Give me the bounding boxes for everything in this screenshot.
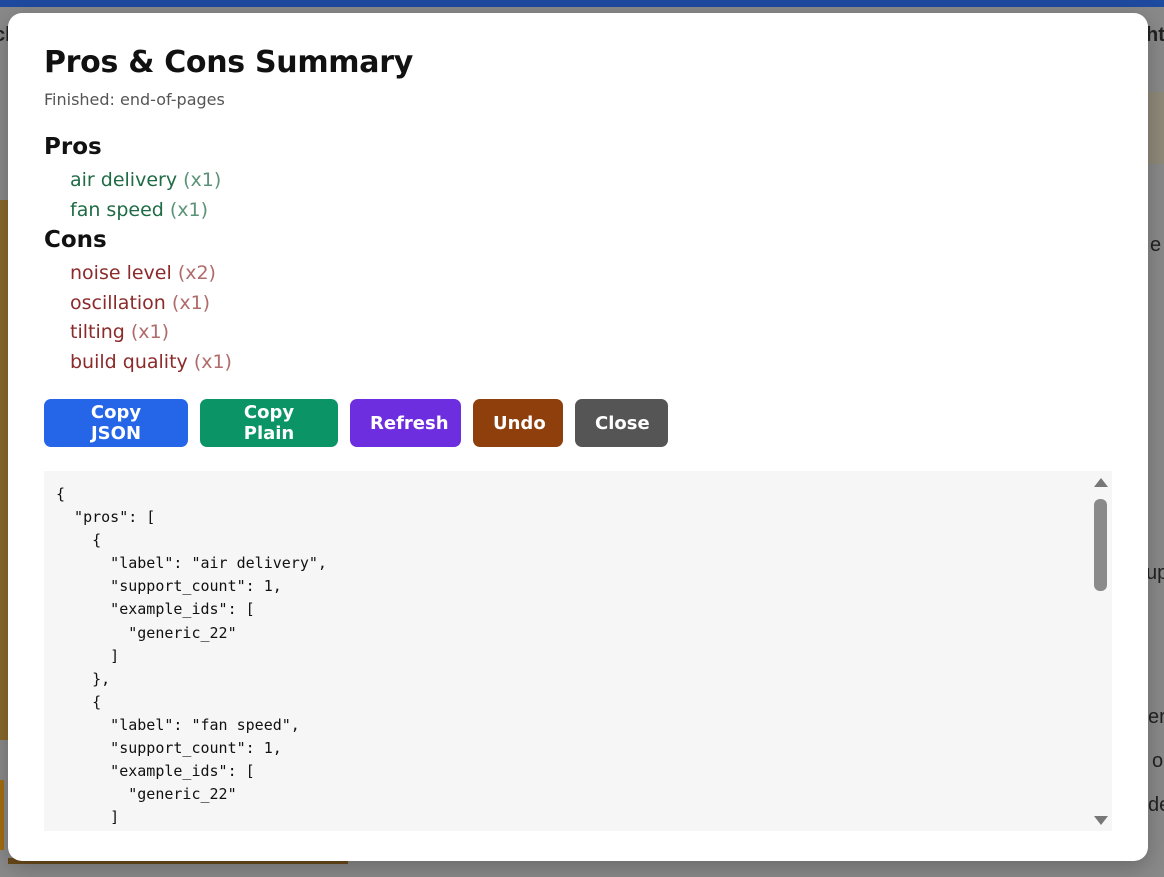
pros-list: air delivery (x1) fan speed (x1)	[70, 166, 221, 225]
modal-subtitle: Finished: end-of-pages	[44, 90, 225, 109]
background-text-fragment: o	[1152, 750, 1164, 772]
con-item-count: (x2)	[177, 262, 216, 284]
action-buttons: Copy JSON Copy Plain Refresh Undo Close	[44, 399, 668, 447]
con-item: oscillation (x1)	[70, 289, 232, 319]
background-text-fragment: er	[1148, 706, 1164, 728]
undo-button[interactable]: Undo	[473, 399, 563, 447]
scrollbar-thumb[interactable]	[1094, 499, 1107, 591]
con-item-label: noise level	[70, 262, 172, 284]
background-text-fragment: up	[1146, 562, 1164, 584]
con-item: noise level (x2)	[70, 259, 232, 289]
background-panel	[1148, 92, 1164, 164]
pro-item-count: (x1)	[183, 169, 222, 191]
pro-item-count: (x1)	[169, 198, 209, 221]
pro-item: air delivery (x1)	[70, 166, 221, 196]
background-top-bar	[0, 0, 1164, 7]
con-item-count: (x1)	[171, 291, 211, 314]
pro-item: fan speed (x1)	[70, 196, 221, 226]
background-text-fragment: e	[1150, 234, 1162, 256]
background-text-fragment: de	[1148, 794, 1164, 816]
con-item: tilting (x1)	[70, 318, 232, 348]
scroll-up-arrow-icon[interactable]	[1094, 478, 1108, 487]
con-item-label: oscillation	[70, 291, 166, 314]
json-preview-text: { "pros": [ { "label": "air delivery", "…	[56, 485, 327, 827]
background-text-fragment: ht	[1146, 24, 1164, 46]
pros-heading: Pros	[44, 134, 102, 160]
json-preview-scrollbar[interactable]	[1090, 471, 1112, 831]
refresh-button[interactable]: Refresh	[350, 399, 461, 447]
copy-json-button[interactable]: Copy JSON	[44, 399, 188, 447]
con-item: build quality (x1)	[70, 348, 232, 378]
con-item-count: (x1)	[193, 350, 232, 373]
con-item-label: build quality	[70, 350, 188, 373]
con-item-label: tilting	[70, 321, 125, 343]
background-image-strip-bottom	[0, 780, 4, 850]
con-item-count: (x1)	[130, 321, 170, 343]
cons-heading: Cons	[44, 227, 107, 253]
pro-item-label: air delivery	[70, 169, 178, 191]
copy-plain-button[interactable]: Copy Plain	[200, 399, 338, 447]
close-button[interactable]: Close	[575, 399, 668, 447]
cons-list: noise level (x2) oscillation (x1) tiltin…	[70, 259, 232, 377]
background-image-strip	[0, 200, 8, 740]
scroll-down-arrow-icon[interactable]	[1094, 816, 1108, 825]
pro-item-label: fan speed	[70, 198, 164, 221]
modal-title: Pros & Cons Summary	[44, 45, 413, 80]
json-preview-panel[interactable]: { "pros": [ { "label": "air delivery", "…	[44, 471, 1112, 831]
summary-modal: Pros & Cons Summary Finished: end-of-pag…	[8, 13, 1148, 861]
